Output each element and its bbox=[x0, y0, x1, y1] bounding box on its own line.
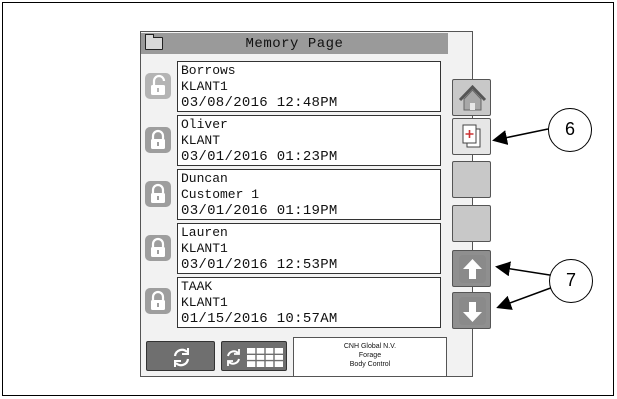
callout-6: 6 bbox=[548, 108, 592, 152]
callout-leaders bbox=[492, 128, 557, 310]
callout-7: 7 bbox=[549, 259, 593, 303]
